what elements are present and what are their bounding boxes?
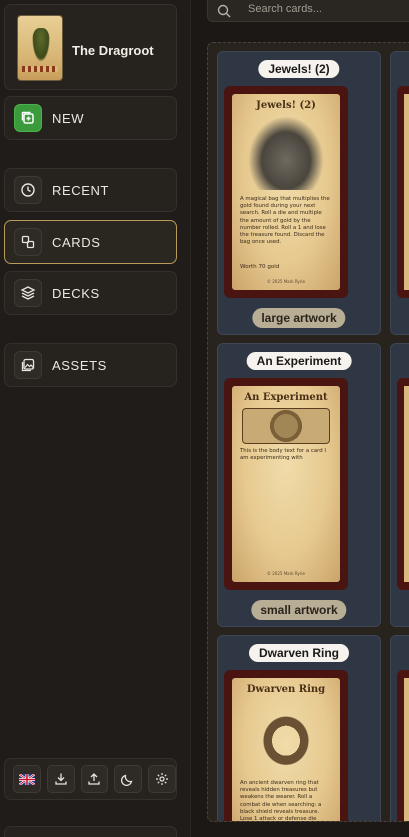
upload-icon[interactable] [80,765,109,793]
card-tile[interactable]: An Experiment An Experiment This is the … [217,343,381,627]
card-preview[interactable]: An Experiment This is the body text for … [224,378,348,590]
card-body: A magical bag that multiplies the gold f… [240,196,330,246]
new-label: NEW [52,110,85,126]
card-worth: Worth 70 gold [240,264,280,270]
search-placeholder: Search cards... [248,3,322,15]
project-thumbnail [17,15,63,81]
card-grid: Jewels! (2) Jewels! (2) A magical bag th… [207,42,409,822]
card-copyright: © 2025 Mark Ryrie [266,279,305,284]
card-body: An ancient dwarven ring that reveals hid… [240,780,322,822]
moon-icon[interactable] [114,765,143,793]
nav-recent[interactable]: RECENT [4,168,177,212]
clock-icon [14,176,42,204]
new-button[interactable]: NEW [4,96,177,140]
download-icon[interactable] [46,765,75,793]
cards-icon [14,228,42,256]
search-bar[interactable]: Search cards... [207,0,409,22]
card-title: Dwarven Ring [246,684,326,695]
card-name: An Experiment [246,352,352,370]
nav-decks[interactable]: DECKS [4,271,177,315]
gear-icon[interactable] [148,765,176,793]
nav-assets[interactable]: ASSETS [4,343,177,387]
card-tile-partial[interactable] [390,343,409,627]
bag-artwork [248,116,324,190]
card-preview[interactable]: Jewels! (2) A magical bag that multiplie… [224,86,348,298]
card-preview-partial [397,670,409,821]
cards-label: CARDS [52,234,101,250]
sidebar-bottom-panel [4,826,177,837]
card-name: Jewels! (2) [258,60,340,78]
card-body: This is the body text for a card I am ex… [240,448,326,462]
artwork-tag[interactable]: small artwork [251,600,347,620]
seal-artwork [242,408,330,444]
card-tile[interactable]: Dwarven Ring Dwarven Ring An ancient dwa… [217,635,381,822]
decks-label: DECKS [52,285,100,301]
card-preview-partial [397,378,409,590]
sidebar: The Dragroot NEW RECENT CARDS DECKS ASSE… [0,0,191,837]
card-copyright: © 2025 Mark Ryrie [266,571,305,576]
project-card[interactable]: The Dragroot [4,4,177,90]
footer-toolbar [4,758,177,800]
add-icon [14,104,42,132]
ring-artwork [248,700,324,774]
layers-icon [14,279,42,307]
project-title: The Dragroot [72,43,154,58]
recent-label: RECENT [52,182,110,198]
artwork-tag[interactable]: large artwork [252,308,346,328]
nav-cards[interactable]: CARDS [4,220,177,264]
card-tile-partial[interactable] [390,635,409,821]
search-icon [217,3,231,22]
card-tile-partial[interactable] [390,51,409,335]
assets-label: ASSETS [52,357,107,373]
card-preview-partial [397,86,409,298]
card-name: Dwarven Ring [248,644,350,662]
card-title: An Experiment [244,392,328,403]
language-flag-icon[interactable] [13,765,41,793]
images-icon [14,351,42,379]
card-title: Jewels! (2) [256,100,316,111]
card-tile[interactable]: Jewels! (2) Jewels! (2) A magical bag th… [217,51,381,335]
card-preview[interactable]: Dwarven Ring An ancient dwarven ring tha… [224,670,348,822]
